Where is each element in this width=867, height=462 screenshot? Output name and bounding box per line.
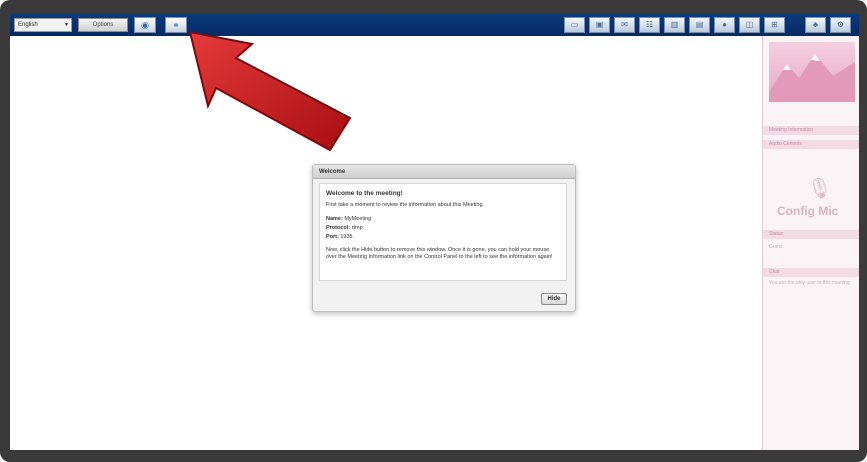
protocol-row: Protocol: rtmp [326, 225, 560, 232]
control-panel: Meeting Information Audio Controls 🎙 Con… [762, 36, 859, 450]
link-icon[interactable]: ⚭ [165, 17, 187, 33]
language-value: English [18, 22, 38, 28]
chat-icon[interactable]: ✉ [614, 17, 635, 33]
protocol-value: rtmp [351, 225, 363, 231]
app-screen: English ▼ Options ◉ ⚭ ▭ ▣ ✉ ☷ ▥ ▤ ● ◫ ⊞ … [10, 14, 859, 450]
grid-icon[interactable]: ⊞ [764, 17, 785, 33]
name-value: MyMeeting [344, 216, 372, 222]
chevron-down-icon: ▼ [64, 22, 69, 28]
lead-text: First take a moment to review the inform… [326, 202, 485, 208]
people-icon[interactable]: ☷ [639, 17, 660, 33]
globe-icon[interactable]: ◉ [134, 17, 156, 33]
hide-button[interactable]: Hide [541, 293, 567, 305]
microphone-icon: 🎙 [807, 178, 833, 200]
port-key: Port: [326, 234, 339, 240]
name-key: Name: [326, 216, 343, 222]
status-text: Guest [769, 244, 783, 250]
audio-controls-header[interactable]: Audio Controls [763, 140, 859, 149]
panel-banner-image [769, 42, 855, 102]
chat-text: You are the only user in this meeting [769, 280, 850, 286]
top-toolbar: English ▼ Options ◉ ⚭ ▭ ▣ ✉ ☷ ▥ ▤ ● ◫ ⊞ … [10, 14, 859, 36]
dialog-title[interactable]: Welcome [313, 165, 575, 179]
language-select[interactable]: English ▼ [14, 18, 72, 32]
options-button[interactable]: Options [78, 18, 128, 32]
files-icon[interactable]: ▤ [689, 17, 710, 33]
port-value: 1935 [340, 234, 353, 240]
layout-icon[interactable]: ◫ [739, 17, 760, 33]
chart-icon[interactable]: ▥ [664, 17, 685, 33]
window-icon[interactable]: ▣ [589, 17, 610, 33]
status-header[interactable]: Status [763, 230, 859, 239]
welcome-dialog: Welcome Welcome to the meeting! First ta… [312, 164, 576, 312]
protocol-key: Protocol: [326, 225, 351, 231]
chat-header[interactable]: Chat [763, 268, 859, 277]
users-icon[interactable]: ♣ [805, 17, 826, 33]
meeting-info-link[interactable]: Meeting Information [763, 126, 859, 135]
hide-note: Now, click the Hide button to remove thi… [326, 247, 553, 260]
gear-icon[interactable]: ⚙ [830, 17, 851, 33]
port-row: Port: 1935 [326, 234, 560, 241]
config-mic-button[interactable]: Config Mic [777, 204, 838, 218]
dialog-body: Welcome to the meeting! First take a mom… [319, 183, 567, 281]
welcome-heading: Welcome to the meeting! [326, 190, 403, 197]
name-row: Name: MyMeeting [326, 216, 560, 223]
monitor-icon[interactable]: ▭ [564, 17, 585, 33]
record-icon[interactable]: ● [714, 17, 735, 33]
